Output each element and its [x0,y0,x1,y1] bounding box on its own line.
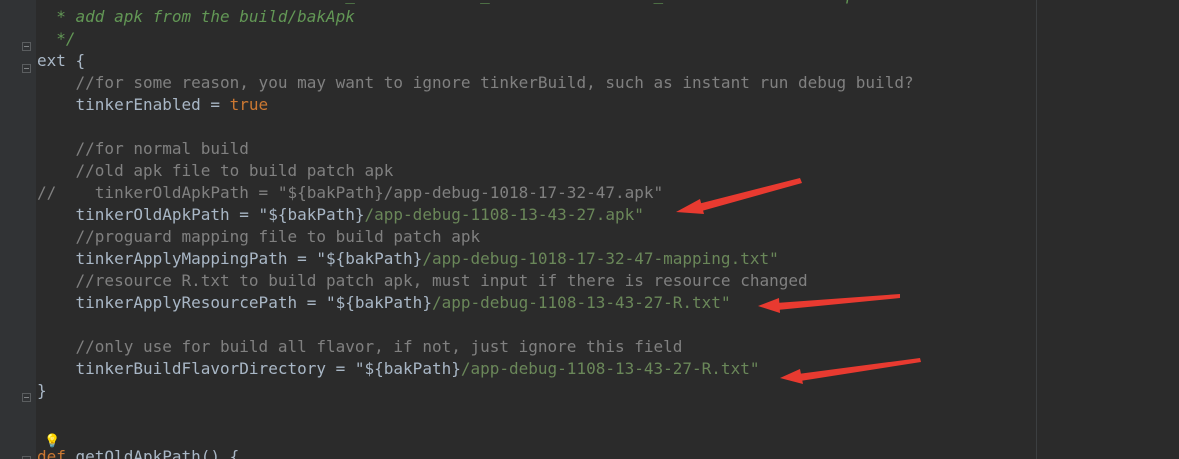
red-arrow-annotation [758,294,900,313]
code-editor[interactable]: * use tinkerPatchRelease -POLD_APK= -PAP… [0,0,1179,459]
red-arrow-annotation [780,358,921,384]
annotation-arrows [676,178,921,384]
red-arrow-annotation [676,178,802,214]
